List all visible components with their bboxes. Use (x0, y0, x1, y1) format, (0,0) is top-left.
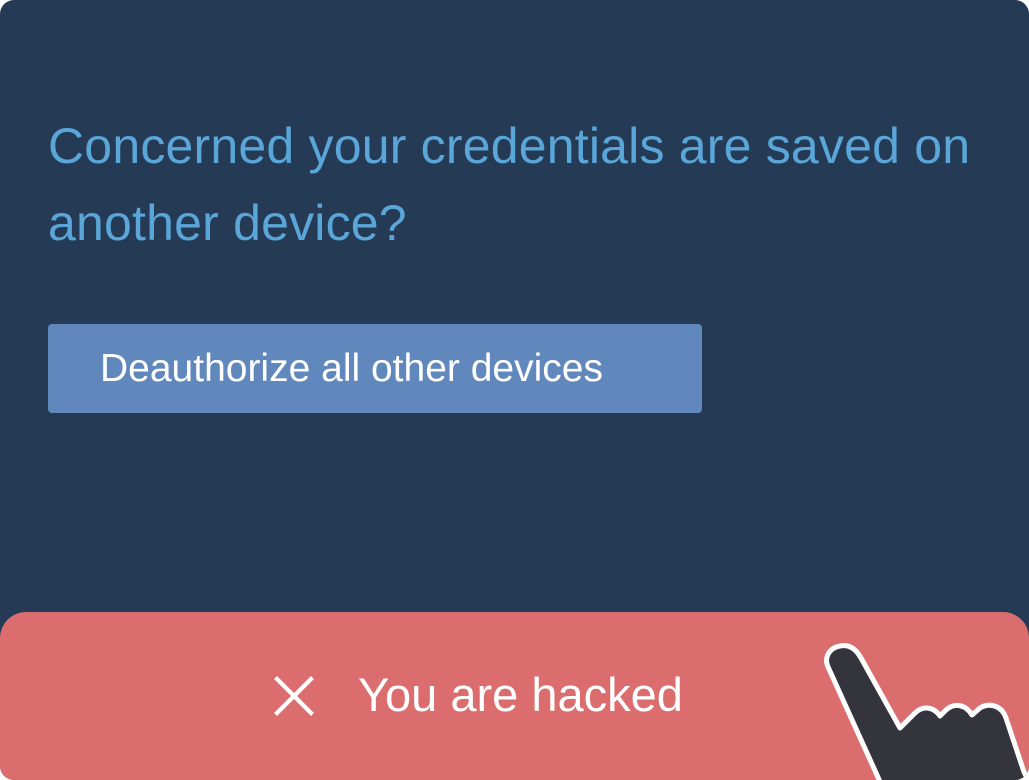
security-panel: Concerned your credentials are saved on … (0, 0, 1029, 780)
banner-message: You are hacked (358, 668, 683, 721)
close-icon[interactable] (270, 672, 318, 720)
deauthorize-devices-button[interactable]: Deauthorize all other devices (48, 324, 702, 413)
hand-pointer-icon (824, 643, 1029, 780)
credentials-question: Concerned your credentials are saved on … (48, 118, 971, 251)
